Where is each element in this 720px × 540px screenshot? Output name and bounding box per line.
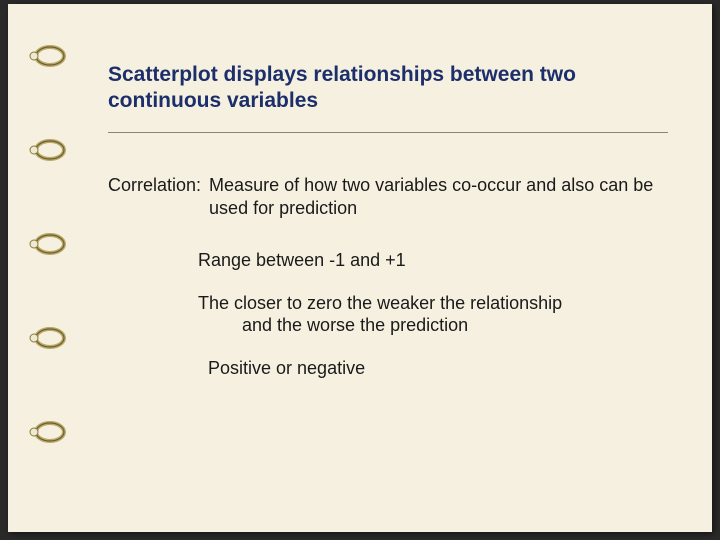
bullet-closer-line1: The closer to zero the weaker the relati… <box>198 292 668 315</box>
bullet-sign: Positive or negative <box>208 357 668 380</box>
bullet-closer-to-zero: The closer to zero the weaker the relati… <box>198 292 668 337</box>
title-divider <box>108 132 668 133</box>
slide: Scatterplot displays relationships betwe… <box>8 4 712 532</box>
binder-ring-icon <box>26 138 66 162</box>
definition-text: Measure of how two variables co-occur an… <box>209 174 668 219</box>
definition-row: Correlation: Measure of how two variable… <box>108 174 668 219</box>
binder-ring-icon <box>26 326 66 350</box>
bullet-closer-line2: and the worse the prediction <box>242 314 668 337</box>
binder-ring-icon <box>26 420 66 444</box>
slide-body: Correlation: Measure of how two variable… <box>108 174 668 379</box>
binder-ring-icon <box>26 232 66 256</box>
definition-label: Correlation: <box>108 174 209 219</box>
binder-rings <box>26 44 66 444</box>
slide-title: Scatterplot displays relationships betwe… <box>108 62 668 115</box>
binder-ring-icon <box>26 44 66 68</box>
bullet-range: Range between -1 and +1 <box>198 249 668 272</box>
